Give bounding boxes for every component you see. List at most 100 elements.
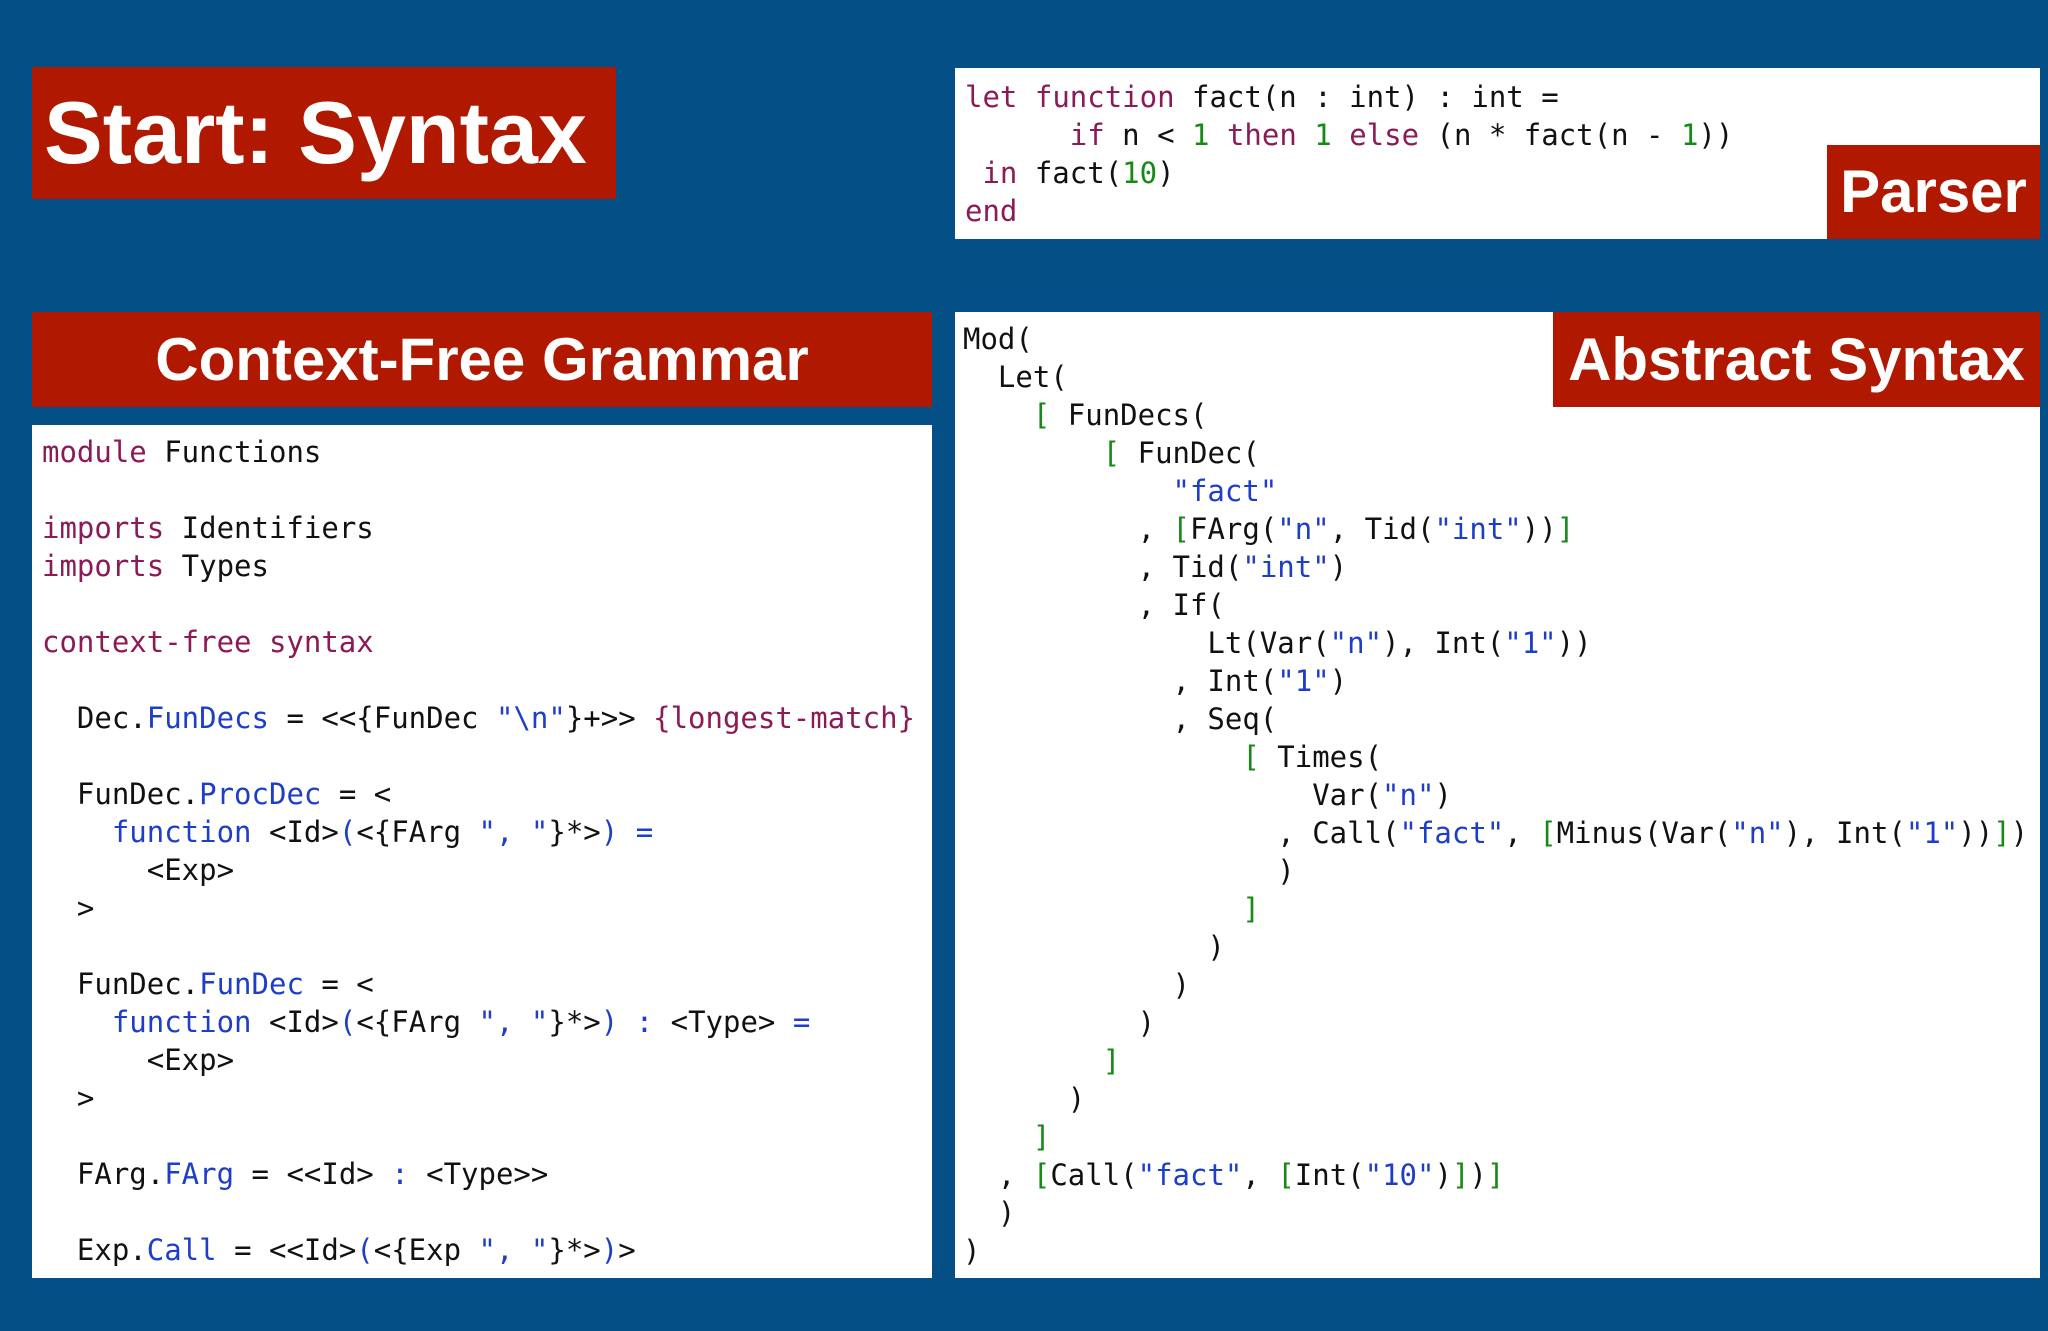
- code-token: Lt(Var(: [963, 626, 1330, 660]
- code-token: FunDec.: [42, 967, 200, 1001]
- code-token: (: [338, 815, 357, 849]
- code-token: 1: [1314, 118, 1332, 152]
- code-token: ]: [1032, 1120, 1051, 1154]
- code-token: <{FArg: [356, 815, 479, 849]
- code-line: Dec.FunDecs = <<{FunDec "\n"}+>> {longes…: [42, 699, 915, 737]
- code-line: if n < 1 then 1 else (n * fact(n - 1)): [965, 116, 1734, 154]
- code-token: let: [965, 80, 1018, 114]
- code-token: Minus(Var(: [1556, 816, 1732, 850]
- code-line: "fact": [963, 472, 2028, 510]
- code-line: , [FArg("n", Tid("int"))]: [963, 510, 2028, 548]
- code-token: ): [600, 1233, 619, 1267]
- code-line: , Tid("int"): [963, 548, 2028, 586]
- code-token: [: [1102, 436, 1121, 470]
- code-token: "n": [1329, 626, 1383, 660]
- code-line: ): [963, 1194, 2028, 1232]
- code-line: ): [963, 1232, 2028, 1270]
- code-token: ): [963, 1196, 1016, 1230]
- code-token: 1: [1192, 118, 1210, 152]
- code-token: <{Exp: [373, 1233, 479, 1267]
- code-token: "1": [1905, 816, 1959, 850]
- code-line: imports Types: [42, 547, 915, 585]
- abstract-syntax-code: Mod( Let( [ FunDecs( [ FunDec( "fact" , …: [963, 320, 2028, 1270]
- code-token: , Seq(: [963, 702, 1278, 736]
- code-line: end: [965, 192, 1733, 230]
- code-token: ]: [1486, 1158, 1505, 1192]
- code-token: n <: [1104, 118, 1192, 152]
- grammar-code: module Functions imports Identifiers impor…: [42, 433, 915, 1269]
- code-line: , Int("1"): [963, 662, 2028, 700]
- code-token: {longest-match}: [653, 701, 916, 735]
- code-line: , Seq(: [963, 700, 2028, 738]
- code-token: Types: [164, 549, 269, 583]
- code-token: Dec.: [42, 701, 147, 735]
- code-token: ]: [1451, 1158, 1470, 1192]
- code-token: ): [963, 930, 1225, 964]
- parser-label: Parser: [1827, 145, 2040, 239]
- code-token: "fact": [1399, 816, 1505, 850]
- code-token: ): [963, 1006, 1156, 1040]
- code-token: ", ": [478, 815, 549, 849]
- code-token: "1": [1504, 626, 1557, 660]
- code-line: in fact(10): [965, 154, 1733, 192]
- code-token: >: [618, 1233, 636, 1267]
- code-token: FunDecs(: [1050, 398, 1208, 432]
- code-token: "1": [1277, 664, 1330, 698]
- code-token: [: [1032, 398, 1051, 432]
- code-token: ), Int(: [1382, 626, 1505, 660]
- code-token: <Id>: [251, 815, 339, 849]
- code-token: Var(: [963, 778, 1383, 812]
- code-line: FArg.FArg = <<Id> : <Type>>: [42, 1155, 915, 1193]
- code-token: }*>: [548, 815, 601, 849]
- code-token: <Id>: [251, 1005, 339, 1039]
- code-line: let function fact(n : int) : int =: [965, 78, 1733, 116]
- abstract-syntax-title: Abstract Syntax: [1553, 312, 2040, 407]
- code-token: function: [111, 815, 252, 849]
- code-token: Call: [146, 1233, 217, 1267]
- code-token: }*>: [548, 1233, 601, 1267]
- code-token: (: [338, 1005, 357, 1039]
- code-token: = <: [321, 777, 392, 811]
- code-token: "n": [1731, 816, 1784, 850]
- code-token: FunDecs: [146, 701, 269, 735]
- code-token: , If(: [963, 588, 1225, 622]
- code-line: ): [963, 928, 2028, 966]
- code-line: ): [963, 852, 2028, 890]
- code-token: ): [600, 1005, 619, 1039]
- code-token: fact(n : int) : int =: [1174, 80, 1559, 114]
- code-line: , If(: [963, 586, 2028, 624]
- code-token: ): [1157, 156, 1175, 190]
- code-token: )): [1521, 512, 1557, 546]
- code-token: =: [792, 1005, 811, 1039]
- code-token: , Tid(: [963, 550, 1243, 584]
- code-token: [: [1277, 1158, 1295, 1192]
- code-token: ", ": [478, 1233, 549, 1267]
- grammar-title: Context-Free Grammar: [32, 312, 932, 407]
- code-line: function <Id>(<{FArg ", "}*>) =: [42, 813, 915, 851]
- code-token: ,: [1504, 816, 1540, 850]
- code-token: ", ": [478, 1005, 549, 1039]
- code-token: context-free syntax: [42, 625, 374, 659]
- code-token: "\n": [495, 701, 566, 735]
- code-token: , Int(: [963, 664, 1278, 698]
- code-token: (: [356, 1233, 374, 1267]
- code-token: ]: [1993, 816, 2011, 850]
- code-line: [ Times(: [963, 738, 2028, 776]
- code-token: [: [1539, 816, 1557, 850]
- code-line: ): [963, 1004, 2028, 1042]
- code-token: Functions: [146, 435, 322, 469]
- code-token: Int(: [1294, 1158, 1365, 1192]
- code-token: then: [1226, 118, 1297, 152]
- code-token: FArg(: [1189, 512, 1278, 546]
- code-line: Exp.Call = <<Id>(<{Exp ", "}*>)>: [42, 1231, 915, 1269]
- code-token: ): [963, 968, 1190, 1002]
